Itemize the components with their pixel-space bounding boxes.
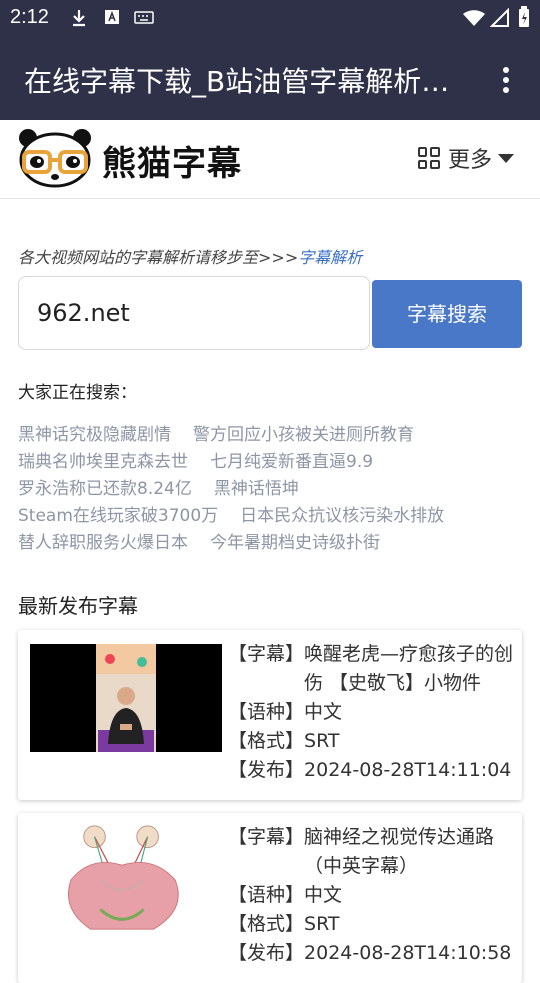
more-label: 更多 <box>447 148 492 173</box>
label-lang: 【语种】 <box>228 884 305 906</box>
panda-logo-icon[interactable] <box>18 128 92 188</box>
hot-search-row: Steam在线玩家破3700万 日本民众抗议核污染水排放 <box>18 501 466 526</box>
hot-search-item[interactable]: 警方回应小孩被关进厕所教育 <box>193 425 414 445</box>
parse-link[interactable]: 字幕解析 <box>298 248 362 267</box>
hot-search-item[interactable]: 黑神话究极隐藏剧情 <box>18 425 171 445</box>
signal-icon <box>490 8 509 27</box>
site-header: 熊猫字幕 更多 <box>0 120 540 199</box>
label-format: 【格式】 <box>228 730 305 752</box>
subtitle-card[interactable]: 【字幕】 唤醒老虎—疗愈孩子的创伤 【史敬飞】小物件 【语种】 中文 【格式】 SRT… <box>18 630 522 800</box>
hot-search-row: 瑞典名帅埃里克森去世 七月纯爱新番直逼9.9 <box>18 447 395 472</box>
label-subtitle: 【字幕】 <box>228 826 305 848</box>
parse-hint: 各大视频网站的字幕解析请移步至>>>字幕解析 <box>18 244 362 268</box>
battery-icon <box>519 6 529 27</box>
hot-search-item[interactable]: 瑞典名帅埃里克森去世 <box>18 452 188 472</box>
hot-search-item[interactable]: 今年暑期档史诗级扑街 <box>210 533 380 553</box>
video-thumbnail[interactable] <box>30 644 222 752</box>
hint-text: 各大视频网站的字幕解析请移步至>>> <box>18 248 299 267</box>
label-lang: 【语种】 <box>228 701 305 723</box>
search-button[interactable]: 字幕搜索 <box>372 280 522 348</box>
subtitle-date: 2024-08-28T14:11:04 <box>304 759 512 781</box>
logo-text[interactable]: 熊猫字幕 <box>102 136 242 185</box>
brain-diagram-thumbnail[interactable] <box>30 821 222 939</box>
subtitle-date: 2024-08-28T14:10:58 <box>304 942 512 964</box>
more-menu-button[interactable]: 更多 <box>417 142 514 174</box>
status-bar: 2:12 <box>0 0 540 36</box>
overflow-menu-icon[interactable] <box>496 64 516 94</box>
subtitle-info: 【字幕】 唤醒老虎—疗愈孩子的创伤 【史敬飞】小物件 【语种】 中文 【格式】 SRT… <box>228 640 518 785</box>
keyboard-icon <box>134 11 154 24</box>
subtitle-title[interactable]: 唤醒老虎—疗愈孩子的创伤 【史敬飞】小物件 <box>304 640 518 698</box>
label-format: 【格式】 <box>228 913 305 935</box>
hot-search-item[interactable]: 罗永浩称已还款8.24亿 <box>18 479 192 499</box>
subtitle-lang: 中文 <box>304 884 343 906</box>
wifi-icon <box>463 10 485 26</box>
subtitle-card[interactable]: 【字幕】 脑神经之视觉传达通路（中英字幕） 【语种】 中文 【格式】 SRT 【发布】… <box>18 813 522 983</box>
app-bar: 在线字幕下载_B站油管字幕解析… <box>0 36 540 120</box>
page-title: 在线字幕下载_B站油管字幕解析… <box>24 65 450 98</box>
grid-icon <box>417 147 440 169</box>
label-date: 【发布】 <box>228 759 305 781</box>
search-input[interactable]: 962.net <box>18 276 370 350</box>
subtitle-title[interactable]: 脑神经之视觉传达通路（中英字幕） <box>304 823 518 881</box>
hot-search-item[interactable]: 七月纯爱新番直逼9.9 <box>210 452 373 472</box>
subtitle-lang: 中文 <box>304 701 343 723</box>
subtitle-format: SRT <box>304 730 340 752</box>
font-icon <box>105 10 119 24</box>
subtitle-info: 【字幕】 脑神经之视觉传达通路（中英字幕） 【语种】 中文 【格式】 SRT 【发布】… <box>228 823 518 968</box>
subtitle-format: SRT <box>304 913 340 935</box>
hot-search-item[interactable]: Steam在线玩家破3700万 <box>18 506 218 526</box>
hot-search-title: 大家正在搜索： <box>18 383 137 403</box>
status-time: 2:12 <box>10 6 49 28</box>
hot-search-item[interactable]: 日本民众抗议核污染水排放 <box>240 506 444 526</box>
label-subtitle: 【字幕】 <box>228 643 305 665</box>
hot-search-item[interactable]: 黑神话悟坤 <box>214 479 299 499</box>
hot-search-row: 替人辞职服务火爆日本 今年暑期档史诗级扑街 <box>18 528 402 553</box>
hot-search-row: 黑神话究极隐藏剧情 警方回应小孩被关进厕所教育 <box>18 420 436 445</box>
download-icon <box>73 10 85 27</box>
hot-search-row: 罗永浩称已还款8.24亿 黑神话悟坤 <box>18 474 321 499</box>
hot-search-item[interactable]: 替人辞职服务火爆日本 <box>18 533 188 553</box>
caret-down-icon <box>498 153 514 163</box>
label-date: 【发布】 <box>228 942 305 964</box>
latest-section-title: 最新发布字幕 <box>18 594 138 618</box>
